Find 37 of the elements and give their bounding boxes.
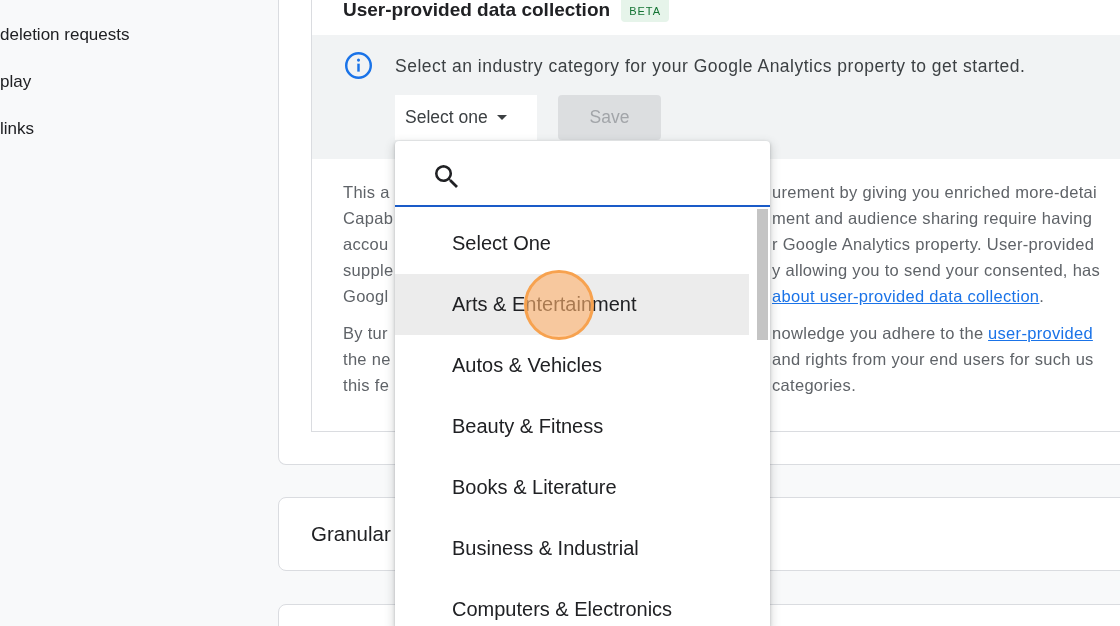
menu-option[interactable]: Business & Industrial xyxy=(395,518,749,579)
menu-option[interactable]: Select One xyxy=(395,213,749,274)
info-icon xyxy=(345,52,372,79)
text-link[interactable]: user-provided xyxy=(988,324,1093,342)
beta-badge: BETA xyxy=(621,0,670,22)
body-text: categories. xyxy=(772,375,856,396)
scrollbar-thumb[interactable] xyxy=(757,209,768,340)
body-text: urement by giving you enriched more-detai xyxy=(772,182,1098,203)
body-text: ment and audience sharing require having xyxy=(772,208,1093,229)
sidebar-item[interactable]: deletion requests xyxy=(0,11,278,58)
body-text: and rights from your end users for such us xyxy=(772,349,1094,370)
industry-select[interactable]: Select one xyxy=(395,95,537,140)
search-icon xyxy=(435,165,458,188)
body-text: the ne xyxy=(343,349,391,370)
body-text: r Google Analytics property. User-provided xyxy=(772,234,1095,255)
sidebar-item[interactable]: links xyxy=(0,105,278,152)
menu-option[interactable]: Books & Literature xyxy=(395,457,749,518)
section-title: User-provided data collection xyxy=(343,0,611,20)
body-text: accou xyxy=(343,234,389,255)
menu-option[interactable]: Computers & Electronics xyxy=(395,579,749,626)
body-text: Googl xyxy=(343,286,389,307)
body-text: nowledge you adhere to the user-provided xyxy=(772,323,1093,344)
body-text: By tur xyxy=(343,323,388,344)
menu-option[interactable]: Beauty & Fitness xyxy=(395,396,749,457)
body-text: about user-provided data collection. xyxy=(772,286,1045,307)
menu-option[interactable]: Arts & Entertainment xyxy=(395,274,749,335)
caret-icon xyxy=(496,115,507,120)
sidebar-item[interactable]: play xyxy=(0,58,278,105)
body-text: This a xyxy=(343,182,390,203)
section-title: Granular xyxy=(311,522,391,546)
body-text: y allowing you to send your consented, has xyxy=(772,260,1101,281)
banner-text: Select an industry category for your Google Analytics property to get started. xyxy=(395,55,1026,78)
body-text: this fe xyxy=(343,375,390,396)
menu-option[interactable]: Autos & Vehicles xyxy=(395,335,749,396)
body-text: Capab xyxy=(343,208,393,229)
body-text: supple xyxy=(343,260,393,281)
text-link[interactable]: about user-provided data collection xyxy=(772,287,1040,305)
